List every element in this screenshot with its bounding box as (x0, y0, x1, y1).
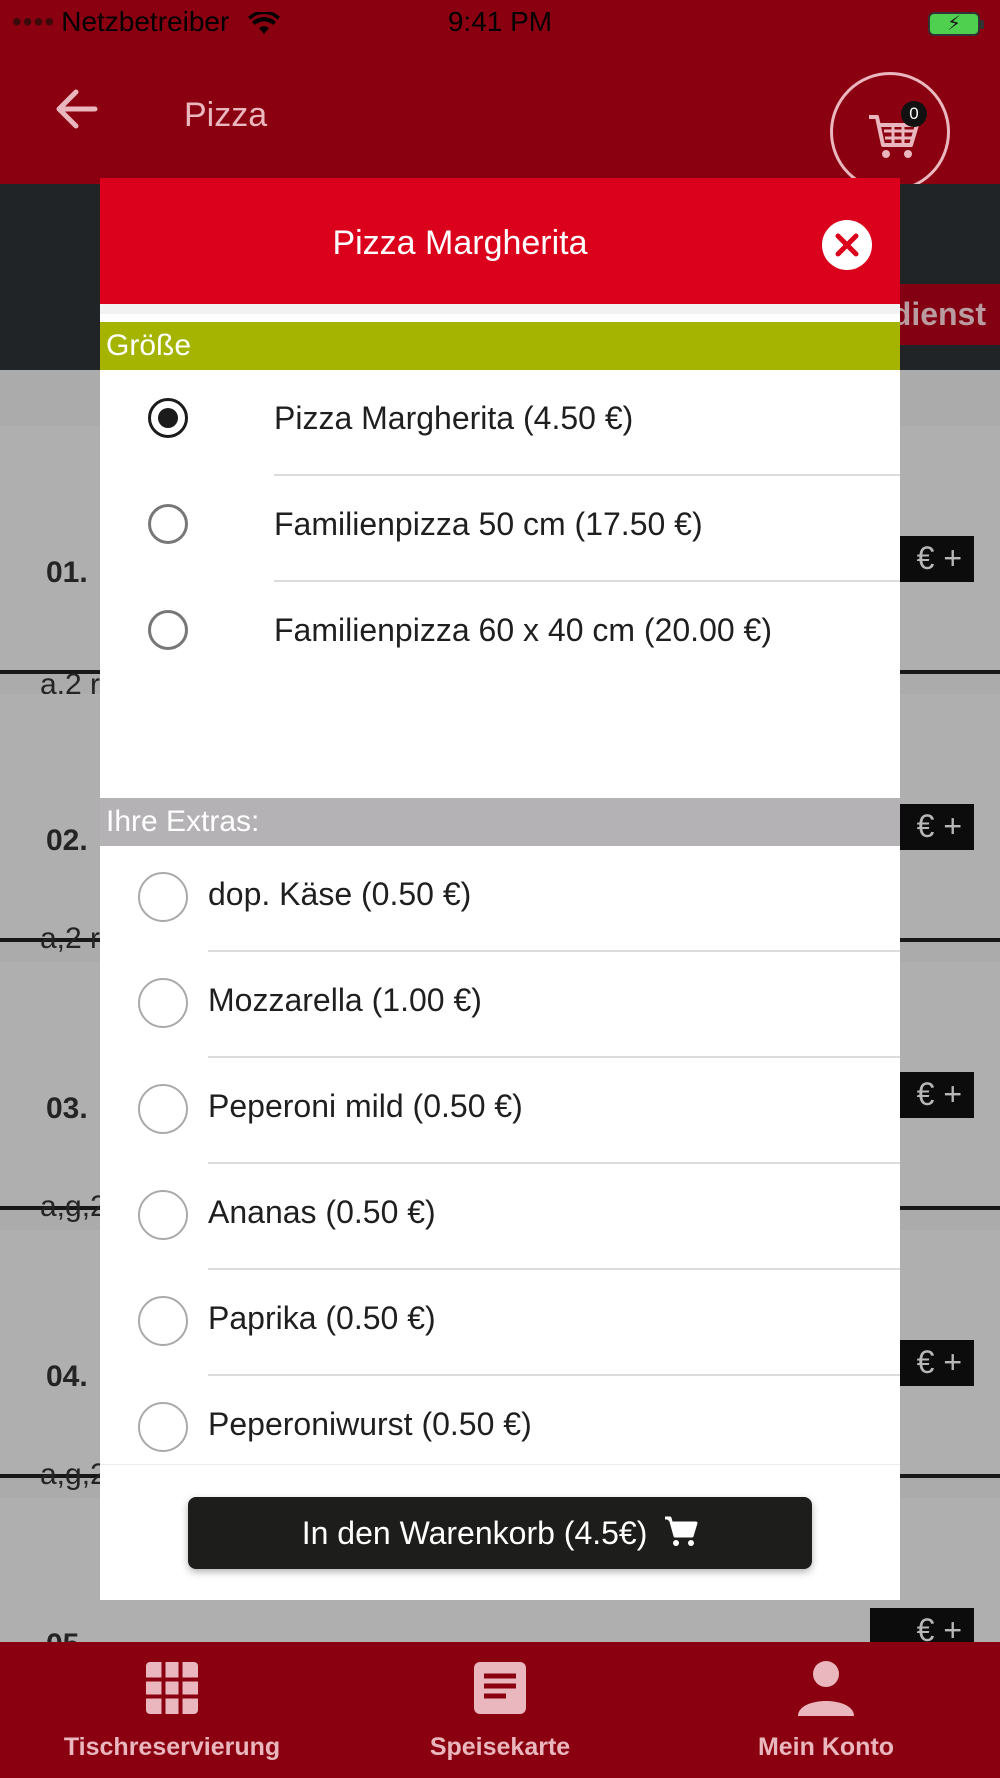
add-to-cart-label: In den Warenkorb (4.5€) (301, 1515, 648, 1551)
tab-tischreservierung[interactable]: Tischreservierung (32, 1660, 312, 1762)
radio-button[interactable] (138, 1402, 188, 1452)
extra-option-label: Ananas (0.50 €) (208, 1194, 436, 1230)
product-options-modal: Pizza Margherita Größe Pizza Margherita … (100, 178, 900, 1600)
app-header: Pizza 0 (0, 46, 1000, 192)
tab-label: Speisekarte (429, 1733, 571, 1761)
status-time: 9:41 PM (447, 6, 553, 37)
tab-speisekarte[interactable]: Speisekarte (360, 1660, 640, 1762)
battery-icon: ⚡ (928, 12, 984, 36)
radio-button[interactable] (148, 610, 188, 650)
bottom-tab-bar: Tischreservierung Speisekarte Mein Konto (0, 1642, 1000, 1778)
radio-button-selected[interactable] (148, 398, 188, 438)
size-option[interactable]: Pizza Margherita (4.50 €) (100, 370, 900, 476)
close-icon (835, 233, 859, 257)
modal-header: Pizza Margherita (100, 178, 900, 314)
extra-option-label: Peperoniwurst (0.50 €) (208, 1406, 532, 1442)
close-button[interactable] (822, 220, 872, 270)
extra-option[interactable]: dop. Käse (0.50 €) (100, 846, 900, 952)
radio-button[interactable] (138, 1190, 188, 1240)
radio-button[interactable] (138, 1084, 188, 1134)
radio-button[interactable] (138, 872, 188, 922)
arrow-left-icon (56, 89, 98, 129)
extra-option-label: Paprika (0.50 €) (208, 1300, 436, 1336)
modal-title: Pizza Margherita (332, 224, 588, 262)
shopping-cart-icon (665, 1516, 698, 1546)
extra-option-label: Peperoni mild (0.50 €) (208, 1088, 523, 1124)
grid-icon (146, 1662, 198, 1714)
add-to-cart-button[interactable]: In den Warenkorb (4.5€) (188, 1497, 812, 1569)
tab-mein-konto[interactable]: Mein Konto (686, 1660, 966, 1762)
size-section-title: Größe (100, 322, 900, 370)
size-option[interactable]: Familienpizza 50 cm (17.50 €) (100, 476, 900, 582)
extras-section-title: Ihre Extras: (100, 798, 900, 846)
cart-button[interactable]: 0 (830, 72, 950, 192)
radio-button[interactable] (138, 1296, 188, 1346)
extra-option-label: dop. Käse (0.50 €) (208, 876, 472, 912)
extra-option[interactable]: Peperoni mild (0.50 €) (100, 1058, 900, 1164)
page-title: Pizza (184, 96, 268, 134)
user-icon (798, 1661, 854, 1716)
status-bar: •••• Netzbetreiber 9:41 PM ⚡ (0, 0, 1000, 46)
extra-option[interactable]: Paprika (0.50 €) (100, 1270, 900, 1376)
size-option[interactable]: Familienpizza 60 x 40 cm (20.00 €) (100, 582, 900, 688)
size-option-label: Familienpizza 50 cm (17.50 €) (274, 506, 703, 542)
tab-label: Mein Konto (757, 1733, 895, 1761)
extra-option[interactable]: Mozzarella (1.00 €) (100, 952, 900, 1058)
size-option-label: Pizza Margherita (4.50 €) (274, 400, 634, 436)
radio-button[interactable] (148, 504, 188, 544)
menu-document-icon (474, 1662, 526, 1714)
extra-option-label: Mozzarella (1.00 €) (208, 982, 482, 1018)
cart-count-badge: 0 (901, 101, 927, 127)
size-option-label: Familienpizza 60 x 40 cm (20.00 €) (274, 612, 772, 648)
back-button[interactable] (54, 86, 98, 138)
tab-label: Tischreservierung (63, 1733, 281, 1761)
modal-footer: In den Warenkorb (4.5€) (100, 1464, 900, 1600)
radio-button[interactable] (138, 978, 188, 1028)
extra-option[interactable]: Ananas (0.50 €) (100, 1164, 900, 1270)
